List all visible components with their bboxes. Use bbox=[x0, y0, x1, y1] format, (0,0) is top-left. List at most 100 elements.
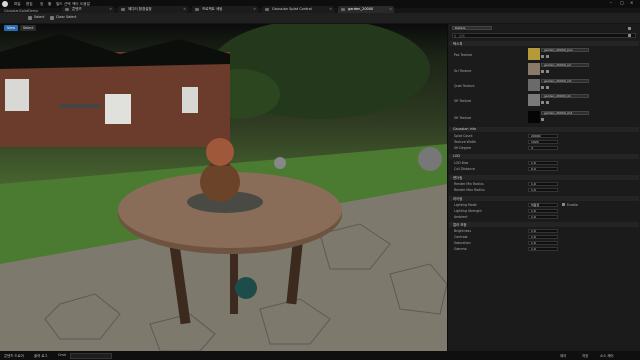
tab-label: 에디터 환경설정 bbox=[128, 7, 152, 12]
gear-icon bbox=[121, 8, 125, 11]
close-window-icon[interactable]: × bbox=[630, 0, 633, 5]
lighting-mode-dropdown[interactable]: 비활성 bbox=[528, 203, 558, 207]
tab-gaussian-splat-control[interactable]: Gaussian Splat Control × bbox=[262, 6, 334, 13]
gamma-field[interactable]: 1.0 bbox=[528, 247, 558, 251]
texture-dropdown[interactable]: garden_20000_pos bbox=[541, 48, 589, 52]
maximize-icon[interactable]: □ bbox=[620, 0, 624, 5]
field-label: LOD Bias bbox=[454, 161, 469, 165]
field-label: Texture Width bbox=[454, 140, 476, 144]
section-lighting[interactable]: 라이팅 bbox=[449, 196, 639, 201]
ambient-field[interactable]: 1.0 bbox=[528, 215, 558, 219]
max-radius-field[interactable]: 1.0 bbox=[528, 188, 558, 192]
derived-data-button[interactable]: 제어 bbox=[560, 353, 566, 358]
texture-dropdown[interactable]: garden_20000_sh1 bbox=[541, 111, 589, 115]
field-label: Brightness bbox=[454, 229, 471, 233]
field-label: Gamma bbox=[454, 247, 467, 251]
close-icon[interactable]: × bbox=[253, 7, 256, 11]
texture-thumbnail[interactable] bbox=[528, 94, 540, 106]
console-input[interactable] bbox=[70, 353, 112, 359]
section-gaussian-info[interactable]: Gaussian Info bbox=[449, 127, 639, 132]
min-radius-field[interactable]: 1.0 bbox=[528, 182, 558, 186]
use-selected-icon[interactable] bbox=[546, 86, 549, 89]
tab-label: garden_20000 bbox=[348, 7, 374, 12]
content-drawer-button[interactable]: 콘텐츠 드로어 bbox=[4, 353, 24, 358]
minimize-icon[interactable]: – bbox=[610, 0, 612, 5]
tab-label: 프로젝트 세팅 bbox=[202, 7, 223, 12]
texture-thumbnail[interactable] bbox=[528, 48, 540, 60]
field-label: Saturation bbox=[454, 241, 471, 245]
contrast-field[interactable]: 1.0 bbox=[528, 235, 558, 239]
close-icon[interactable]: × bbox=[109, 7, 112, 11]
section-textures[interactable]: 텍스처 bbox=[449, 41, 639, 46]
field-label: Lighting Strength bbox=[454, 209, 482, 213]
level-icon bbox=[341, 8, 345, 11]
clear-icon bbox=[50, 15, 54, 20]
filter-icon[interactable] bbox=[628, 34, 631, 37]
viewport-select-button[interactable]: Select bbox=[20, 25, 37, 31]
field-label: Render Min Radius bbox=[454, 182, 484, 186]
browse-icon[interactable] bbox=[541, 55, 544, 58]
texture-dropdown[interactable]: garden_20000_sh bbox=[541, 94, 589, 98]
menu-file[interactable]: 파일 bbox=[14, 2, 21, 7]
sh-degree-field[interactable]: 3 bbox=[528, 146, 558, 150]
tab-editor-preferences[interactable]: 에디터 환경설정 × bbox=[118, 6, 188, 13]
lighting-strength-field[interactable]: 1.0 bbox=[528, 209, 558, 213]
use-selected-icon[interactable] bbox=[546, 55, 549, 58]
tab-content[interactable]: 콘텐츠 × bbox=[62, 6, 114, 13]
cull-distance-field[interactable]: 0.0 bbox=[528, 167, 558, 171]
use-selected-icon[interactable] bbox=[546, 101, 549, 104]
close-icon[interactable]: × bbox=[183, 7, 186, 11]
section-lod[interactable]: LOD bbox=[449, 154, 639, 159]
level-viewport[interactable] bbox=[0, 24, 447, 351]
splat-count-field[interactable]: 20000 bbox=[528, 134, 558, 138]
clear-select-button[interactable]: Clear Select bbox=[50, 15, 76, 20]
details-dropdown[interactable]: Details bbox=[452, 26, 492, 30]
cmd-button[interactable]: Cmd bbox=[58, 353, 66, 357]
view-mode-button[interactable]: View bbox=[4, 25, 19, 31]
texture-thumbnail[interactable] bbox=[528, 79, 540, 91]
field-label: SH Degree bbox=[454, 146, 472, 150]
source-control-button[interactable]: 소스 제어 bbox=[600, 353, 614, 358]
brightness-field[interactable]: 1.0 bbox=[528, 229, 558, 233]
menu-tools[interactable]: 툴 bbox=[48, 2, 51, 7]
texture-label: Pos Texture bbox=[454, 53, 473, 57]
field-label: Render Max Radius bbox=[454, 188, 485, 192]
browse-icon[interactable] bbox=[541, 86, 544, 89]
search-icon: ⚲ bbox=[454, 34, 457, 38]
search-input[interactable]: ⚲ 검색 bbox=[452, 33, 636, 38]
settings-icon[interactable] bbox=[628, 27, 631, 30]
field-label: Cull Distance bbox=[454, 167, 475, 171]
select-button[interactable]: Select bbox=[28, 15, 44, 20]
select-icon bbox=[28, 15, 32, 20]
section-render[interactable]: 렌더링 bbox=[449, 175, 639, 180]
use-selected-icon[interactable] bbox=[546, 70, 549, 73]
close-icon[interactable]: × bbox=[329, 7, 332, 11]
saturation-field[interactable]: 1.0 bbox=[528, 241, 558, 245]
browse-icon[interactable] bbox=[541, 101, 544, 104]
unreal-logo-icon[interactable] bbox=[2, 1, 8, 7]
texture-thumbnail[interactable] bbox=[528, 111, 540, 123]
texture-label: Quat Texture bbox=[454, 84, 475, 88]
texture-width-field[interactable]: 1024 bbox=[528, 140, 558, 144]
texture-thumbnail[interactable] bbox=[528, 63, 540, 75]
menu-edit[interactable]: 편집 bbox=[26, 2, 33, 7]
texture-label: SH Texture bbox=[454, 116, 472, 120]
texture-dropdown[interactable]: garden_20000_scl bbox=[541, 63, 589, 67]
texture-dropdown[interactable]: garden_20000_rot bbox=[541, 79, 589, 83]
tab-garden[interactable]: garden_20000 × bbox=[338, 6, 394, 13]
section-color[interactable]: 컬러 보정 bbox=[449, 222, 639, 227]
close-icon[interactable]: × bbox=[389, 7, 392, 11]
save-all-button[interactable]: 저장 bbox=[582, 353, 588, 358]
lod-bias-field[interactable]: 1.0 bbox=[528, 161, 558, 165]
browse-icon[interactable] bbox=[541, 70, 544, 73]
enable-checkbox[interactable] bbox=[562, 203, 565, 206]
tab-label: 콘텐츠 bbox=[72, 7, 82, 12]
search-placeholder: 검색 bbox=[459, 34, 465, 39]
toolbar bbox=[0, 13, 640, 23]
tab-project-settings[interactable]: 프로젝트 세팅 × bbox=[192, 6, 258, 13]
browse-icon[interactable] bbox=[541, 118, 544, 121]
field-label: Lighting Mode bbox=[454, 203, 477, 207]
texture-label: SH Texture bbox=[454, 99, 472, 103]
menu-window[interactable]: 창 bbox=[40, 2, 43, 7]
output-log-button[interactable]: 출력 로그 bbox=[34, 353, 48, 358]
